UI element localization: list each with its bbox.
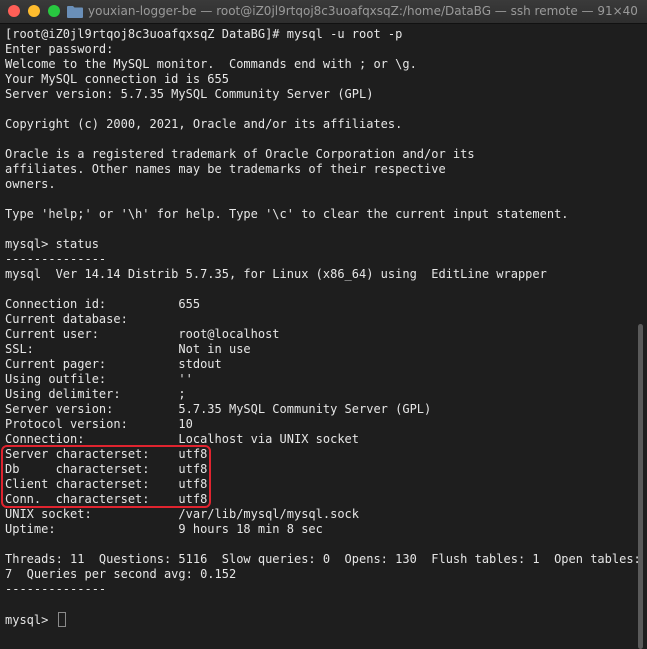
terminal-line: affiliates. Other names may be trademark… bbox=[5, 162, 446, 176]
terminal-line: SSL: Not in use bbox=[5, 342, 251, 356]
terminal-output[interactable]: [root@iZ0jl9rtqoj8c3uoafqxsqZ DataBG]# m… bbox=[0, 24, 647, 649]
scrollbar[interactable] bbox=[638, 324, 643, 649]
terminal-line: Type 'help;' or '\h' for help. Type '\c'… bbox=[5, 207, 569, 221]
terminal-line: Server version: 5.7.35 MySQL Community S… bbox=[5, 402, 432, 416]
minimize-button[interactable] bbox=[28, 5, 40, 17]
terminal-line: Connection id: 655 bbox=[5, 297, 201, 311]
terminal-line: Threads: 11 Questions: 5116 Slow queries… bbox=[5, 552, 647, 566]
terminal-lines: [root@iZ0jl9rtqoj8c3uoafqxsqZ DataBG]# m… bbox=[5, 27, 647, 627]
terminal-line: 7 Queries per second avg: 0.152 bbox=[5, 567, 237, 581]
terminal-line: Uptime: 9 hours 18 min 8 sec bbox=[5, 522, 323, 536]
terminal-line: Current pager: stdout bbox=[5, 357, 222, 371]
terminal-line: -------------- bbox=[5, 582, 107, 596]
characterset-highlight-box bbox=[1, 445, 211, 508]
terminal-line: [root@iZ0jl9rtqoj8c3uoafqxsqZ DataBG]# m… bbox=[5, 27, 403, 41]
text-cursor bbox=[57, 612, 66, 627]
terminal-line: mysql> status bbox=[5, 237, 99, 251]
terminal-line: Using delimiter: ; bbox=[5, 387, 186, 401]
terminal-line: Current database: bbox=[5, 312, 128, 326]
terminal-line: Copyright (c) 2000, 2021, Oracle and/or … bbox=[5, 117, 403, 131]
terminal-line: owners. bbox=[5, 177, 56, 191]
terminal-line: UNIX socket: /var/lib/mysql/mysql.sock bbox=[5, 507, 360, 521]
terminal-line: Welcome to the MySQL monitor. Commands e… bbox=[5, 57, 417, 71]
terminal-line: Using outfile: '' bbox=[5, 372, 193, 386]
terminal-line: Your MySQL connection id is 655 bbox=[5, 72, 229, 86]
terminal-line: mysql> bbox=[5, 612, 647, 627]
terminal-line: Current user: root@localhost bbox=[5, 327, 280, 341]
folder-icon bbox=[67, 6, 83, 18]
close-button[interactable] bbox=[8, 5, 20, 17]
terminal-line: Enter password: bbox=[5, 42, 114, 56]
terminal-line: Protocol version: 10 bbox=[5, 417, 193, 431]
terminal-line: Server version: 5.7.35 MySQL Community S… bbox=[5, 87, 374, 101]
window-titlebar: youxian-logger-be — root@iZ0jl9rtqoj8c3u… bbox=[0, 0, 647, 24]
terminal-line: -------------- bbox=[5, 252, 107, 266]
terminal-line: mysql Ver 14.14 Distrib 5.7.35, for Linu… bbox=[5, 267, 547, 281]
zoom-button[interactable] bbox=[48, 5, 60, 17]
window-title: youxian-logger-be — root@iZ0jl9rtqoj8c3u… bbox=[88, 4, 638, 18]
terminal-line: Oracle is a registered trademark of Orac… bbox=[5, 147, 475, 161]
